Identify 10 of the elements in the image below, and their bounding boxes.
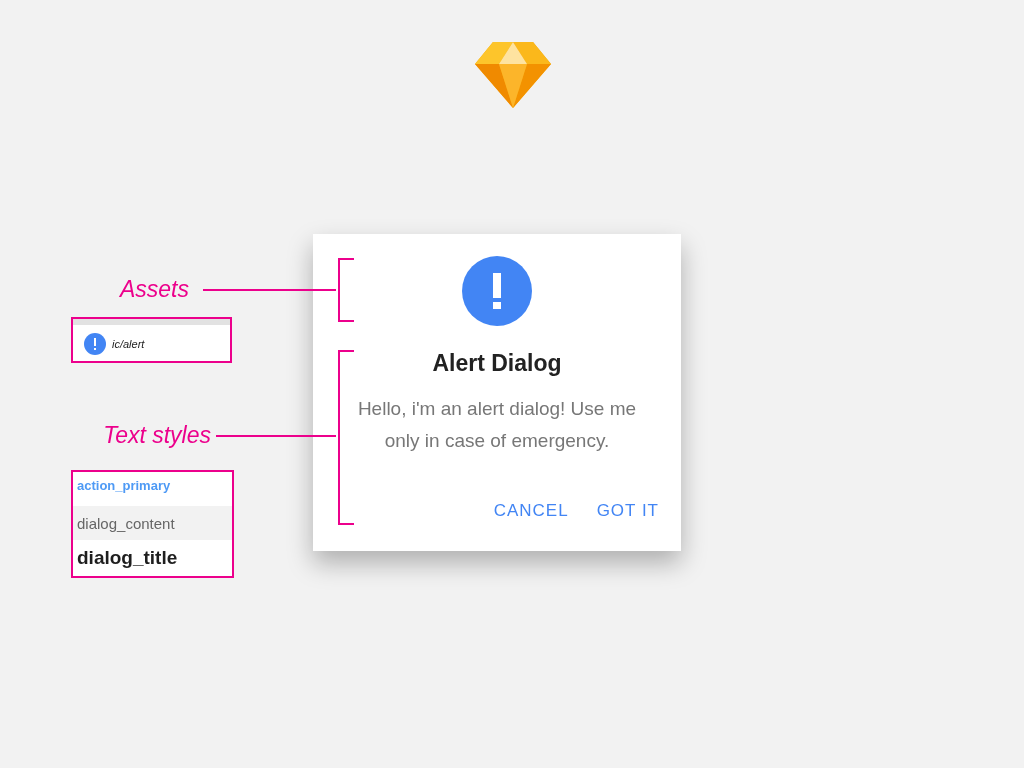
asset-name: ic/alert xyxy=(112,338,145,350)
dialog-title: Alert Dialog xyxy=(432,350,562,377)
dialog-button[interactable]: GOT IT xyxy=(586,495,669,527)
dialog-button[interactable]: CANCEL xyxy=(483,495,579,527)
text-style-name: dialog_title xyxy=(77,547,178,569)
annotation-label: Text styles xyxy=(103,421,211,450)
dialog-message: Hello, i'm an alert dialog! Use me only in case of emergency. xyxy=(356,397,638,453)
text-style-name: dialog_content xyxy=(77,514,175,532)
text-style-name: action_primary xyxy=(77,478,171,493)
annotation-label: Assets xyxy=(119,275,189,304)
